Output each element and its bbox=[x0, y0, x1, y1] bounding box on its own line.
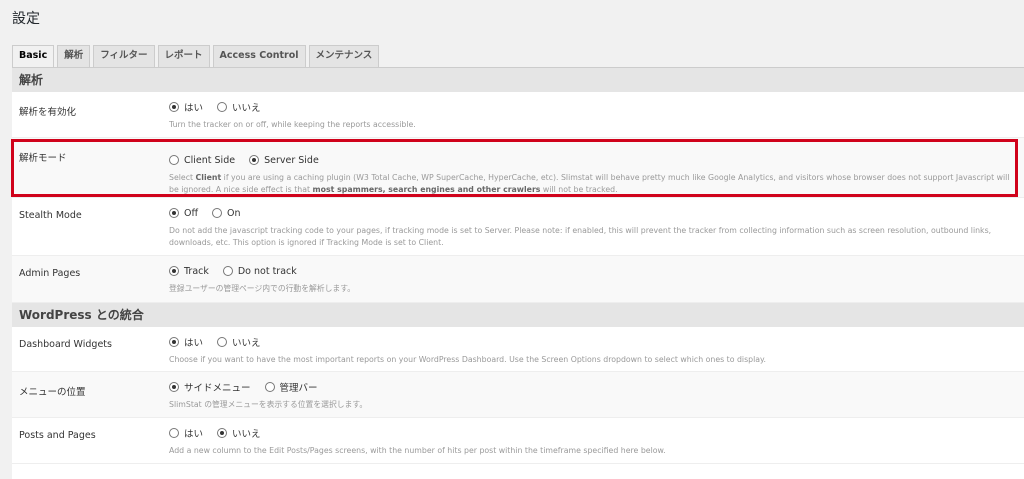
radio-icon[interactable] bbox=[264, 382, 275, 392]
radio-checked-icon[interactable] bbox=[169, 102, 179, 112]
radio-checked-icon[interactable] bbox=[169, 337, 179, 347]
option-admin-bar[interactable]: 管理バー bbox=[264, 380, 318, 394]
radio-checked-icon[interactable] bbox=[169, 382, 179, 392]
radio-icon[interactable] bbox=[169, 155, 179, 165]
setting-description: Select Client if you are using a caching… bbox=[169, 173, 1010, 194]
radio-icon[interactable] bbox=[217, 337, 228, 347]
option-server-side[interactable]: Server Side bbox=[249, 155, 319, 166]
setting-row-tracking-mode: 解析モード Client Side Server Side Select Cli… bbox=[12, 138, 1024, 198]
radio-checked-icon[interactable] bbox=[169, 266, 179, 276]
option-track[interactable]: Track bbox=[169, 266, 209, 277]
option-yes[interactable]: はい bbox=[169, 335, 203, 349]
tab-filters[interactable]: フィルター bbox=[93, 45, 155, 67]
setting-label: Dashboard Widgets bbox=[19, 339, 112, 350]
setting-label: Posts and Pages bbox=[19, 430, 96, 441]
setting-label: Stealth Mode bbox=[19, 210, 82, 221]
setting-row-stealth-mode: Stealth Mode Off On Do not add the javas… bbox=[12, 198, 1024, 256]
option-off[interactable]: Off bbox=[169, 208, 198, 219]
setting-description: Add a new column to the Edit Posts/Pages… bbox=[169, 446, 666, 455]
setting-description: Do not add the javascript tracking code … bbox=[169, 226, 992, 247]
option-client-side[interactable]: Client Side bbox=[169, 155, 235, 166]
section-header-wordpress-integration: WordPress との統合 bbox=[12, 303, 1024, 327]
option-yes[interactable]: はい bbox=[169, 100, 203, 114]
option-do-not-track[interactable]: Do not track bbox=[222, 266, 297, 277]
setting-description: Choose if you want to have the most impo… bbox=[169, 355, 767, 364]
page-title: 設定 bbox=[12, 11, 40, 27]
radio-icon[interactable] bbox=[212, 208, 223, 218]
radio-checked-icon[interactable] bbox=[169, 208, 179, 218]
radio-checked-icon[interactable] bbox=[217, 428, 228, 438]
tab-reports[interactable]: レポート bbox=[157, 45, 210, 67]
setting-label: 解析モード bbox=[19, 153, 67, 164]
tab-access-control[interactable]: Access Control bbox=[212, 45, 306, 67]
tab-maintenance[interactable]: メンテナンス bbox=[308, 45, 380, 67]
setting-row-dashboard-widgets: Dashboard Widgets はい いいえ Choose if you w… bbox=[12, 327, 1024, 372]
radio-icon[interactable] bbox=[169, 428, 179, 438]
setting-label: メニューの位置 bbox=[19, 387, 86, 398]
setting-description: SlimStat の管理メニューを表示する位置を選択します。 bbox=[169, 400, 368, 409]
settings-panel: 解析 解析を有効化 はい いいえ Turn the tracker on or … bbox=[12, 68, 1024, 479]
radio-icon[interactable] bbox=[222, 266, 233, 276]
option-no[interactable]: いいえ bbox=[217, 335, 261, 349]
setting-label: Admin Pages bbox=[19, 268, 81, 279]
radio-checked-icon[interactable] bbox=[249, 155, 260, 165]
section-header-tracking: 解析 bbox=[12, 68, 1024, 92]
tab-basic[interactable]: Basic bbox=[12, 45, 55, 68]
option-on[interactable]: On bbox=[212, 208, 241, 219]
setting-row-posts-and-pages: Posts and Pages はい いいえ Add a new column … bbox=[12, 418, 1024, 464]
setting-row-enable-tracking: 解析を有効化 はい いいえ Turn the tracker on or off… bbox=[12, 92, 1024, 138]
setting-label: 解析を有効化 bbox=[19, 107, 77, 118]
setting-description: 登録ユーザーの管理ページ内での行動を解析します。 bbox=[169, 284, 356, 293]
tab-analysis[interactable]: 解析 bbox=[57, 45, 91, 67]
radio-icon[interactable] bbox=[217, 102, 228, 112]
option-side-menu[interactable]: サイドメニュー bbox=[169, 380, 251, 394]
option-no[interactable]: いいえ bbox=[217, 426, 261, 440]
option-yes[interactable]: はい bbox=[169, 426, 203, 440]
settings-tabs: Basic 解析 フィルター レポート Access Control メンテナン… bbox=[12, 45, 380, 68]
setting-description: Turn the tracker on or off, while keepin… bbox=[169, 120, 416, 129]
option-no[interactable]: いいえ bbox=[217, 100, 261, 114]
setting-row-admin-pages: Admin Pages Track Do not track 登録ユーザーの管理… bbox=[12, 256, 1024, 303]
setting-row-menu-position: メニューの位置 サイドメニュー 管理バー SlimStat の管理メニューを表示… bbox=[12, 372, 1024, 418]
